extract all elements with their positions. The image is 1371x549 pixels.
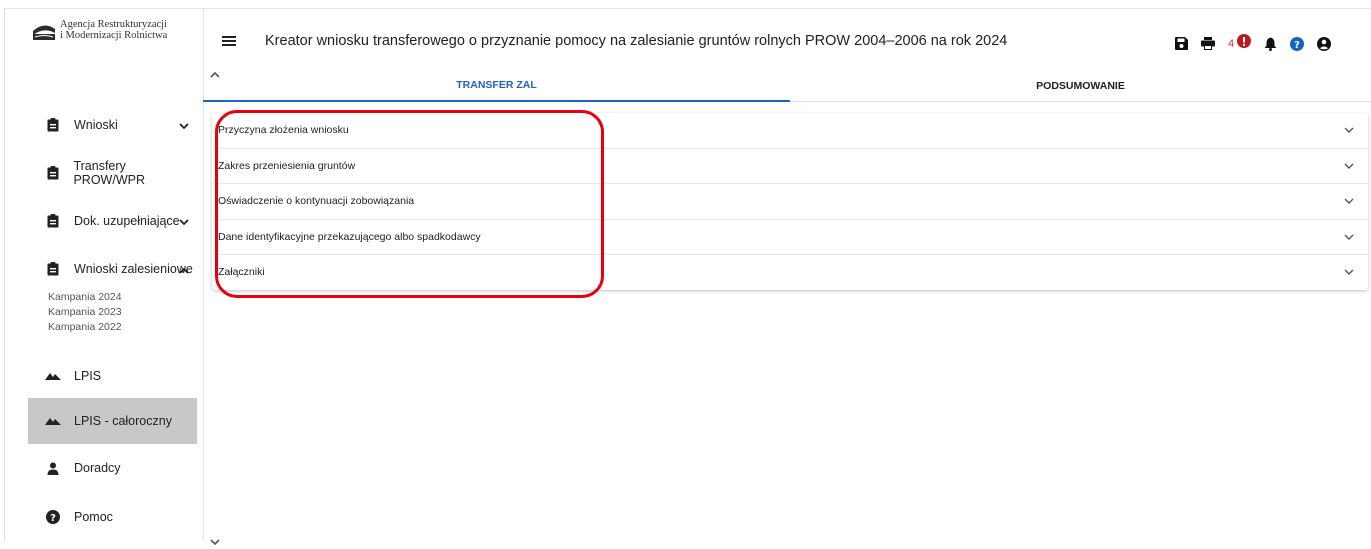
page-title: Kreator wniosku transferowego o przyznan… xyxy=(265,33,1008,49)
svg-text:?: ? xyxy=(50,513,56,524)
sidebar-item-label: Pomoc xyxy=(74,510,113,524)
section-title: Zakres przeniesienia gruntów xyxy=(218,159,356,172)
clipboard-icon xyxy=(44,262,62,276)
top-border xyxy=(0,0,1371,9)
chevron-down-icon[interactable] xyxy=(1344,234,1354,240)
sidebar-item-label: Dok. uzupełniające xyxy=(74,214,180,228)
logo-line-1: Agencja Restrukturyzacji xyxy=(60,19,167,30)
sidebar-subitem-kampania-2022[interactable]: Kampania 2022 xyxy=(48,320,122,335)
section-title: Oświadczenie o kontynuacji zobowiązania xyxy=(218,195,415,208)
sidebar-item-label: LPIS xyxy=(74,369,102,383)
clipboard-icon xyxy=(44,118,62,132)
section-zalaczniki[interactable]: Załączniki xyxy=(212,255,1368,290)
chevron-down-icon[interactable] xyxy=(179,215,189,229)
chevron-up-icon[interactable] xyxy=(179,263,189,277)
sidebar: Agencja Restrukturyzacji i Modernizacji … xyxy=(14,9,220,546)
tab-transfer-zal[interactable]: TRANSFER ZAL xyxy=(203,70,790,102)
print-icon[interactable] xyxy=(1201,37,1215,50)
hamburger-menu-icon[interactable] xyxy=(222,34,236,52)
errors-indicator[interactable]: 4 xyxy=(1228,34,1252,53)
section-przyczyna[interactable]: Przyczyna złożenia wniosku xyxy=(212,113,1368,149)
mountain-icon xyxy=(44,371,62,381)
section-dane-identyfikacyjne[interactable]: Dane identyfikacyjne przekazującego albo… xyxy=(212,220,1368,255)
sidebar-subitem-kampania-2024[interactable]: Kampania 2024 xyxy=(48,290,122,305)
sidebar-item-wnioski[interactable]: Wnioski xyxy=(28,106,197,144)
sidebar-item-doradcy[interactable]: Doradcy xyxy=(28,449,197,487)
tab-podsumowanie[interactable]: PODSUMOWANIE xyxy=(790,70,1371,101)
clipboard-icon xyxy=(44,166,61,180)
person-icon xyxy=(44,462,62,475)
error-icon xyxy=(1237,34,1252,53)
section-oswiadczenie[interactable]: Oświadczenie o kontynuacji zobowiązania xyxy=(212,184,1368,220)
chevron-down-icon[interactable] xyxy=(1344,198,1354,205)
tab-bar: TRANSFER ZAL PODSUMOWANIE xyxy=(203,70,1371,102)
sidebar-item-dok-uzupelniajace[interactable]: Dok. uzupełniające xyxy=(28,202,197,240)
sidebar-item-label: Wnioski xyxy=(74,118,118,132)
save-icon[interactable] xyxy=(1175,37,1188,50)
sidebar-item-wnioski-zalesieniowe[interactable]: Wnioski zalesieniowe xyxy=(28,250,197,288)
sidebar-item-label: LPIS - całoroczny xyxy=(74,414,172,428)
toolbar: 4 ? xyxy=(1175,34,1344,53)
sidebar-item-label: Transfery PROW/WPR xyxy=(73,159,145,187)
sidebar-item-label: Doradcy xyxy=(74,461,121,475)
sidebar-scroll-down-icon[interactable] xyxy=(210,537,220,549)
sidebar-subitem-kampania-2023[interactable]: Kampania 2023 xyxy=(48,305,122,320)
sidebar-item-lpis[interactable]: LPIS xyxy=(28,357,197,395)
logo-line-2: i Modernizacji Rolnictwa xyxy=(60,30,168,41)
sidebar-item-transfery[interactable]: Transfery PROW/WPR xyxy=(28,154,197,192)
chevron-down-icon[interactable] xyxy=(179,119,189,133)
section-title: Załączniki xyxy=(218,266,265,279)
account-icon[interactable] xyxy=(1317,36,1332,51)
chevron-down-icon[interactable] xyxy=(1344,127,1354,134)
left-edge xyxy=(0,8,5,542)
sections-accordion: Przyczyna złożenia wniosku Zakres przeni… xyxy=(212,113,1368,290)
arimr-logo-icon xyxy=(32,19,56,41)
error-count: 4 xyxy=(1228,37,1235,50)
chevron-down-icon[interactable] xyxy=(1344,163,1354,169)
chevron-down-icon[interactable] xyxy=(1344,269,1354,276)
sidebar-item-label: Wnioski zalesieniowe xyxy=(74,262,193,276)
help-icon: ? xyxy=(44,510,62,524)
mountain-icon xyxy=(44,416,62,426)
sidebar-item-lpis-caloroczny[interactable]: LPIS - całoroczny xyxy=(28,398,197,444)
clipboard-icon xyxy=(44,214,62,228)
bell-icon[interactable] xyxy=(1264,37,1277,51)
logo[interactable]: Agencja Restrukturyzacji i Modernizacji … xyxy=(32,19,167,41)
help-circle-icon[interactable]: ? xyxy=(1290,36,1305,51)
section-zakres[interactable]: Zakres przeniesienia gruntów xyxy=(212,149,1368,184)
svg-text:?: ? xyxy=(1294,40,1300,51)
section-title: Przyczyna złożenia wniosku xyxy=(218,124,349,137)
section-title: Dane identyfikacyjne przekazującego albo… xyxy=(218,230,481,243)
sidebar-item-pomoc[interactable]: ? Pomoc xyxy=(28,498,197,536)
